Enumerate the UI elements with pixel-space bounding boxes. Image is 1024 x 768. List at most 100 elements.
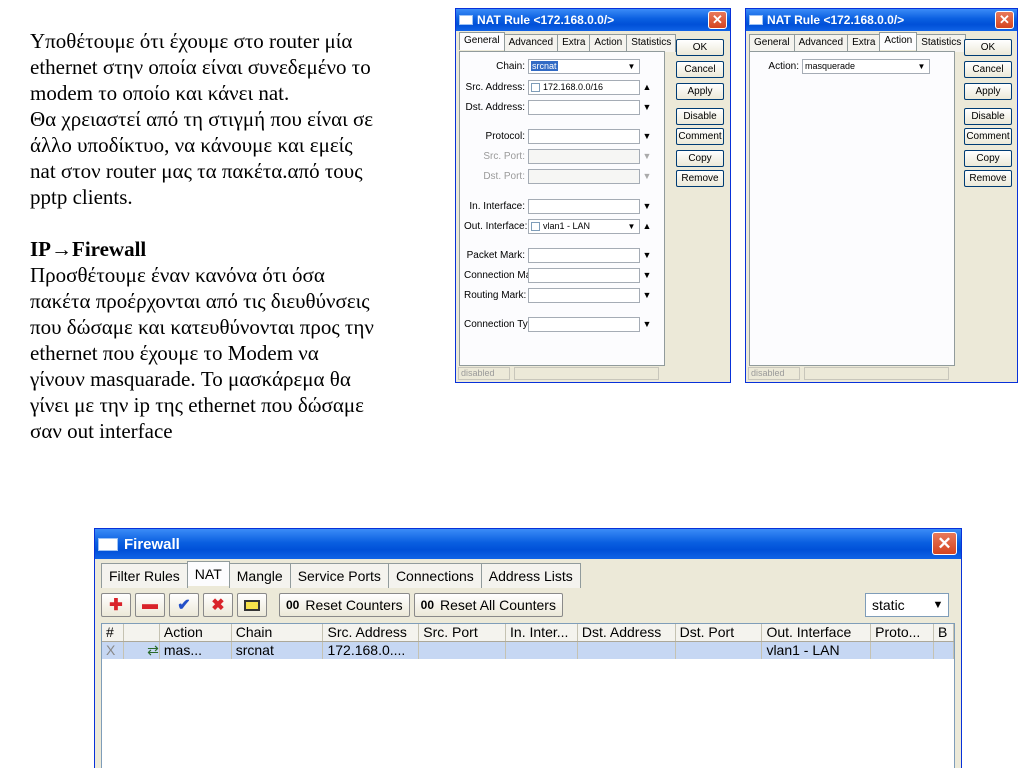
tab-nat[interactable]: NAT xyxy=(186,561,230,586)
tab-service-ports[interactable]: Service Ports xyxy=(289,563,389,588)
column-header[interactable]: Src. Address xyxy=(323,624,420,641)
filter-select[interactable]: static ▼ xyxy=(865,593,949,617)
protocol-field[interactable] xyxy=(528,128,640,144)
remove-button[interactable]: Remove xyxy=(964,170,1012,187)
packet-mark-row: Packet Mark: ▼ xyxy=(464,247,654,263)
expand-down-icon[interactable]: ▼ xyxy=(640,270,654,280)
tab-action[interactable]: Action xyxy=(879,32,918,50)
in-interface-field[interactable] xyxy=(528,198,640,214)
reset-all-counters-button[interactable]: 00 Reset All Counters xyxy=(413,593,563,617)
column-header[interactable]: Out. Interface xyxy=(762,624,872,641)
expand-down-icon[interactable]: ▼ xyxy=(640,201,654,211)
chevron-down-icon[interactable]: ▼ xyxy=(915,61,928,72)
action-panel: Action: masquerade ▼ xyxy=(749,51,955,366)
expand-down-icon[interactable]: ▼ xyxy=(640,131,654,141)
column-header[interactable]: B xyxy=(934,624,954,641)
comment-button[interactable]: Comment xyxy=(964,128,1012,145)
routing-mark-field[interactable] xyxy=(528,287,640,303)
tab-address-lists[interactable]: Address Lists xyxy=(480,563,581,588)
column-header[interactable]: Proto... xyxy=(871,624,935,641)
ok-button[interactable]: OK xyxy=(964,39,1012,56)
expand-down-icon[interactable]: ▼ xyxy=(640,250,654,260)
nat-rule-general-window: NAT Rule <172.168.0.0/> ✕ General Advanc… xyxy=(455,8,731,383)
chevron-down-icon[interactable]: ▼ xyxy=(625,221,638,232)
row-in-interface xyxy=(506,642,578,659)
tab-extra[interactable]: Extra xyxy=(557,34,591,52)
remove-button[interactable]: Remove xyxy=(676,170,724,187)
close-icon[interactable]: ✕ xyxy=(932,532,957,555)
window-titlebar[interactable]: Firewall ✕ xyxy=(95,529,961,559)
action-select[interactable]: masquerade ▼ xyxy=(802,58,930,74)
comment-button[interactable]: Comment xyxy=(676,128,724,145)
apply-button[interactable]: Apply xyxy=(676,83,724,100)
connection-type-row: Connection Type: ▼ xyxy=(464,316,654,332)
tab-advanced[interactable]: Advanced xyxy=(793,34,849,52)
copy-button[interactable]: Copy xyxy=(964,150,1012,167)
tab-statistics[interactable]: Statistics xyxy=(626,34,677,52)
chain-select[interactable]: srcnat ▼ xyxy=(528,58,640,74)
row-dst-port xyxy=(676,642,763,659)
tab-connections[interactable]: Connections xyxy=(387,563,482,588)
disable-button[interactable]: ✖ xyxy=(203,593,233,617)
in-interface-row: In. Interface: ▼ xyxy=(464,198,654,214)
row-src-port xyxy=(419,642,507,659)
connection-type-label: Connection Type: xyxy=(464,318,542,330)
dst-port-row: Dst. Port: ▼ xyxy=(464,168,654,184)
column-header[interactable]: # xyxy=(102,624,124,641)
enable-button[interactable]: ✔ xyxy=(169,593,199,617)
reset-counters-button[interactable]: 00 Reset Counters xyxy=(279,593,410,617)
cancel-button[interactable]: Cancel xyxy=(676,61,724,78)
para2-line: Προσθέτουμε έναν κανόνα ότι όσα xyxy=(30,263,325,287)
column-header[interactable]: Chain xyxy=(232,624,324,641)
expand-down-icon[interactable]: ▼ xyxy=(640,319,654,329)
window-titlebar[interactable]: NAT Rule <172.168.0.0/> ✕ xyxy=(456,9,730,31)
close-icon[interactable]: ✕ xyxy=(995,11,1014,29)
out-interface-select[interactable]: vlan1 - LAN ▼ xyxy=(528,218,640,234)
column-header[interactable] xyxy=(124,624,160,641)
tab-action[interactable]: Action xyxy=(589,34,628,52)
column-header[interactable]: In. Inter... xyxy=(506,624,578,641)
connection-type-field[interactable] xyxy=(528,316,640,332)
dst-address-field[interactable] xyxy=(528,99,640,115)
expand-down-icon[interactable]: ▼ xyxy=(640,102,654,112)
tab-statistics[interactable]: Statistics xyxy=(916,34,967,52)
negate-checkbox[interactable] xyxy=(531,221,540,231)
apply-button[interactable]: Apply xyxy=(964,83,1012,100)
negate-checkbox[interactable] xyxy=(531,82,540,92)
tab-advanced[interactable]: Advanced xyxy=(503,34,559,52)
column-header[interactable]: Dst. Address xyxy=(578,624,676,641)
ok-button[interactable]: OK xyxy=(676,39,724,56)
disable-button[interactable]: Disable xyxy=(964,108,1012,125)
disable-button[interactable]: Disable xyxy=(676,108,724,125)
window-title: NAT Rule <172.168.0.0/> xyxy=(767,13,905,27)
tab-mangle[interactable]: Mangle xyxy=(228,563,291,588)
tab-filter-rules[interactable]: Filter Rules xyxy=(101,563,188,588)
tab-general[interactable]: General xyxy=(459,32,505,50)
status-text: disabled xyxy=(748,367,800,380)
packet-mark-field[interactable] xyxy=(528,247,640,263)
comment-button[interactable] xyxy=(237,593,267,617)
remove-button[interactable]: ▬ xyxy=(135,593,165,617)
column-header[interactable]: Dst. Port xyxy=(676,624,763,641)
tab-extra[interactable]: Extra xyxy=(847,34,881,52)
connection-mark-field[interactable] xyxy=(528,267,640,283)
close-icon[interactable]: ✕ xyxy=(708,11,727,29)
collapse-up-icon[interactable]: ▲ xyxy=(640,221,654,231)
masquerade-icon: ⇄ xyxy=(124,642,160,659)
status-text: disabled xyxy=(458,367,510,380)
src-address-field[interactable]: 172.168.0.0/16 xyxy=(528,79,640,95)
add-button[interactable]: ✚ xyxy=(101,593,131,617)
chevron-down-icon[interactable]: ▼ xyxy=(625,61,638,72)
column-header[interactable]: Action xyxy=(160,624,232,641)
tab-general[interactable]: General xyxy=(749,34,795,52)
expand-down-icon[interactable]: ▼ xyxy=(640,290,654,300)
counter-icon: 00 xyxy=(420,598,434,612)
copy-button[interactable]: Copy xyxy=(676,150,724,167)
window-titlebar[interactable]: NAT Rule <172.168.0.0/> ✕ xyxy=(746,9,1017,31)
window-title: NAT Rule <172.168.0.0/> xyxy=(477,13,615,27)
cancel-button[interactable]: Cancel xyxy=(964,61,1012,78)
chevron-down-icon[interactable]: ▼ xyxy=(929,595,947,615)
collapse-up-icon[interactable]: ▲ xyxy=(640,82,654,92)
column-header[interactable]: Src. Port xyxy=(419,624,507,641)
table-row[interactable]: X ⇄ mas... srcnat 172.168.0.... vlan1 - … xyxy=(102,642,954,659)
